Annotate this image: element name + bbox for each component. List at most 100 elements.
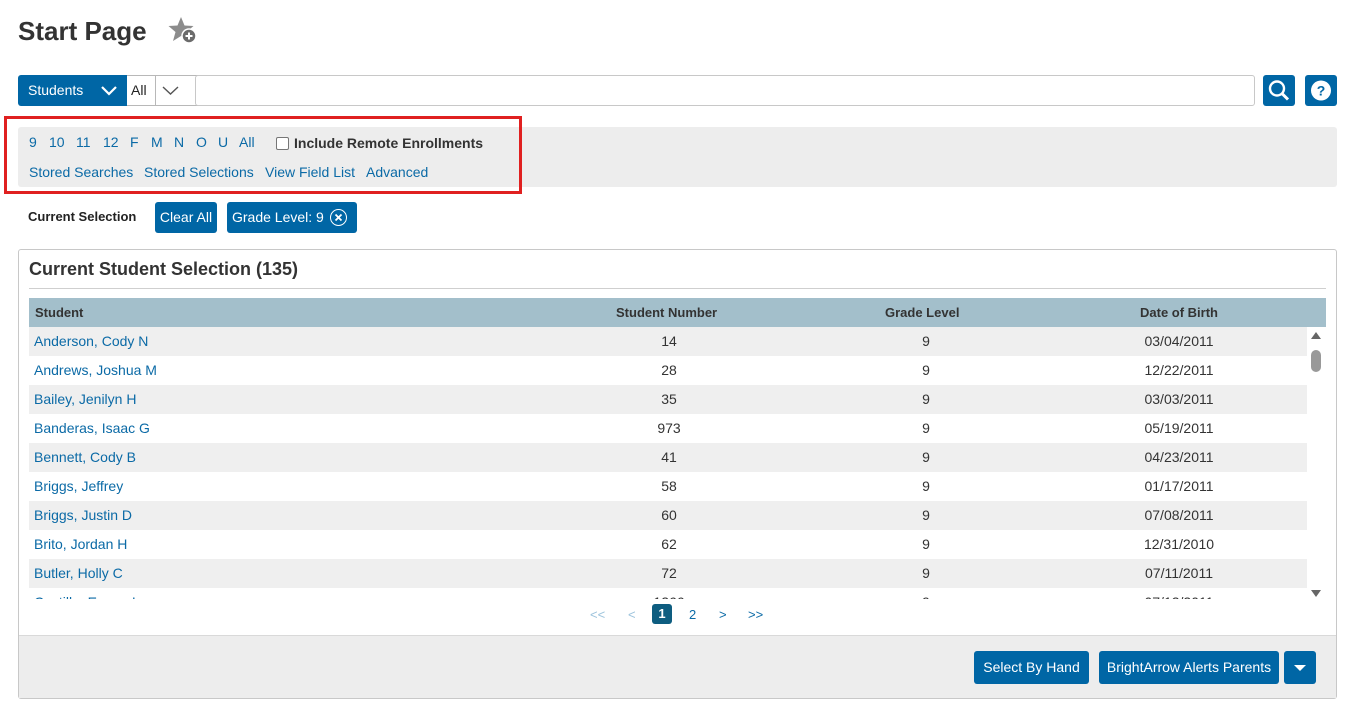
search-icon xyxy=(1268,80,1290,101)
search-filter-value: All xyxy=(131,82,147,98)
grade-link-10[interactable]: 10 xyxy=(49,134,65,150)
student-name-link[interactable]: Castillo, Emma L xyxy=(34,594,140,599)
grade-link-all[interactable]: All xyxy=(239,134,255,150)
table-row: Briggs, Justin D 60 9 07/08/2011 xyxy=(29,501,1307,530)
student-name-link[interactable]: Briggs, Jeffrey xyxy=(34,478,123,494)
selection-footer: Select By Hand BrightArrow Alerts Parent… xyxy=(19,635,1336,698)
student-number-cell: 35 xyxy=(661,391,677,407)
grade-level-cell: 9 xyxy=(922,565,930,581)
student-number-cell: 72 xyxy=(661,565,677,581)
table-row: Brito, Jordan H 62 9 12/31/2010 xyxy=(29,530,1307,559)
student-name-link[interactable]: Anderson, Cody N xyxy=(34,333,148,349)
date-of-birth-cell: 03/03/2011 xyxy=(1144,391,1214,407)
grade-link-9[interactable]: 9 xyxy=(29,134,37,150)
grade-link-11[interactable]: 11 xyxy=(76,134,91,150)
search-filter-select[interactable]: All xyxy=(127,75,203,106)
scroll-down-arrow-icon[interactable] xyxy=(1311,590,1321,597)
scroll-thumb[interactable] xyxy=(1311,350,1321,372)
student-number-cell: 28 xyxy=(661,362,677,378)
date-of-birth-cell: 12/31/2010 xyxy=(1143,536,1215,552)
select-by-hand-button[interactable]: Select By Hand xyxy=(974,651,1089,684)
student-name-link[interactable]: Andrews, Joshua M xyxy=(34,362,157,378)
pager-page-1[interactable]: 1 xyxy=(652,604,672,624)
column-header-date-of-birth[interactable]: Date of Birth xyxy=(1140,305,1218,320)
column-header-student[interactable]: Student xyxy=(35,305,83,320)
grade-link-m[interactable]: M xyxy=(151,134,163,150)
table-row: Anderson, Cody N 14 9 03/04/2011 xyxy=(29,327,1307,356)
student-name-link[interactable]: Butler, Holly C xyxy=(34,565,123,581)
table-row: Butler, Holly C 72 9 07/11/2011 xyxy=(29,559,1307,588)
date-of-birth-cell: 07/11/2011 xyxy=(1145,565,1213,581)
caret-down-icon xyxy=(1294,665,1306,671)
date-of-birth-cell: 07/12/2011 xyxy=(1134,594,1224,599)
pager-next[interactable]: > xyxy=(719,607,727,622)
search-input[interactable] xyxy=(195,75,1255,106)
include-remote-enrollments-checkbox[interactable] xyxy=(276,137,289,150)
brightarrow-alerts-parents-button[interactable]: BrightArrow Alerts Parents xyxy=(1099,651,1279,684)
advanced-search-link[interactable]: Advanced xyxy=(366,164,428,180)
grade-level-cell: 9 xyxy=(922,478,930,494)
table-header: Student Student Number Grade Level Date … xyxy=(29,298,1326,327)
table-row: Andrews, Joshua M 28 9 12/22/2011 xyxy=(29,356,1307,385)
student-name-link[interactable]: Banderas, Isaac G xyxy=(34,420,150,436)
grade-level-cell: 9 xyxy=(922,449,930,465)
scroll-up-arrow-icon[interactable] xyxy=(1311,332,1321,339)
chevron-down-icon xyxy=(91,75,127,106)
search-button[interactable] xyxy=(1263,75,1295,106)
column-header-student-number[interactable]: Student Number xyxy=(616,305,717,320)
date-of-birth-cell: 01/17/2011 xyxy=(1144,478,1214,494)
student-number-cell: 973 xyxy=(657,420,681,436)
table-row: Briggs, Jeffrey 58 9 01/17/2011 xyxy=(29,472,1307,501)
pager-page-2[interactable]: 2 xyxy=(689,607,696,622)
stored-searches-link[interactable]: Stored Searches xyxy=(29,164,133,180)
date-of-birth-cell: 05/19/2011 xyxy=(1144,420,1214,436)
clear-all-button[interactable]: Clear All xyxy=(155,202,217,233)
stored-selections-link[interactable]: Stored Selections xyxy=(144,164,254,180)
more-actions-dropdown[interactable] xyxy=(1284,651,1316,684)
student-name-link[interactable]: Bennett, Cody B xyxy=(34,449,136,465)
grade-link-u[interactable]: U xyxy=(218,134,228,150)
student-number-cell: 1266 xyxy=(649,594,689,599)
student-number-cell: 58 xyxy=(661,478,677,494)
grade-link-o[interactable]: O xyxy=(196,134,207,150)
page-title: Start Page xyxy=(18,16,147,46)
select-divider xyxy=(155,76,156,105)
grade-level-cell: 9 xyxy=(922,362,930,378)
chevron-down-icon xyxy=(157,76,184,105)
student-name-link[interactable]: Briggs, Justin D xyxy=(34,507,132,523)
svg-text:?: ? xyxy=(1317,83,1326,99)
favorite-star-add-icon[interactable] xyxy=(168,16,200,46)
help-button[interactable]: ? xyxy=(1305,75,1337,106)
pager-last[interactable]: >> xyxy=(748,607,763,622)
include-remote-enrollments-label: Include Remote Enrollments xyxy=(294,135,484,151)
table-row: Banderas, Isaac G 973 9 05/19/2011 xyxy=(29,414,1307,443)
grade-link-n[interactable]: N xyxy=(174,134,184,150)
pagination: << < 1 2 > >> xyxy=(19,604,1338,626)
table-row: Bennett, Cody B 41 9 04/23/2011 xyxy=(29,443,1307,472)
search-scope-label: Students xyxy=(28,82,84,98)
search-scope-dropdown[interactable]: Students xyxy=(18,75,127,106)
help-icon: ? xyxy=(1311,80,1331,101)
date-of-birth-cell: 04/23/2011 xyxy=(1144,449,1214,465)
pager-prev[interactable]: < xyxy=(628,607,636,622)
grade-level-cell: 9 xyxy=(922,391,930,407)
table-row: Castillo, Emma L 1266 9 07/12/2011 xyxy=(29,588,1307,599)
title-divider xyxy=(29,288,1326,289)
student-number-cell: 41 xyxy=(661,449,677,465)
grade-link-12[interactable]: 12 xyxy=(103,134,119,150)
grade-level-cell: 9 xyxy=(922,420,930,436)
table-scrollbar[interactable] xyxy=(1309,329,1323,599)
student-name-link[interactable]: Brito, Jordan H xyxy=(34,536,127,552)
grade-level-chip-label: Grade Level: 9 xyxy=(232,209,324,225)
remove-filter-icon[interactable] xyxy=(330,209,347,226)
student-number-cell: 60 xyxy=(661,507,677,523)
grade-level-cell: 9 xyxy=(922,333,930,349)
grade-link-f[interactable]: F xyxy=(130,134,139,150)
grade-level-cell: 9 xyxy=(906,594,946,599)
student-name-link[interactable]: Bailey, Jenilyn H xyxy=(34,391,136,407)
column-header-grade-level[interactable]: Grade Level xyxy=(885,305,959,320)
view-field-list-link[interactable]: View Field List xyxy=(265,164,355,180)
date-of-birth-cell: 03/04/2011 xyxy=(1144,333,1214,349)
pager-first[interactable]: << xyxy=(590,607,605,622)
selection-title: Current Student Selection (135) xyxy=(29,259,299,279)
